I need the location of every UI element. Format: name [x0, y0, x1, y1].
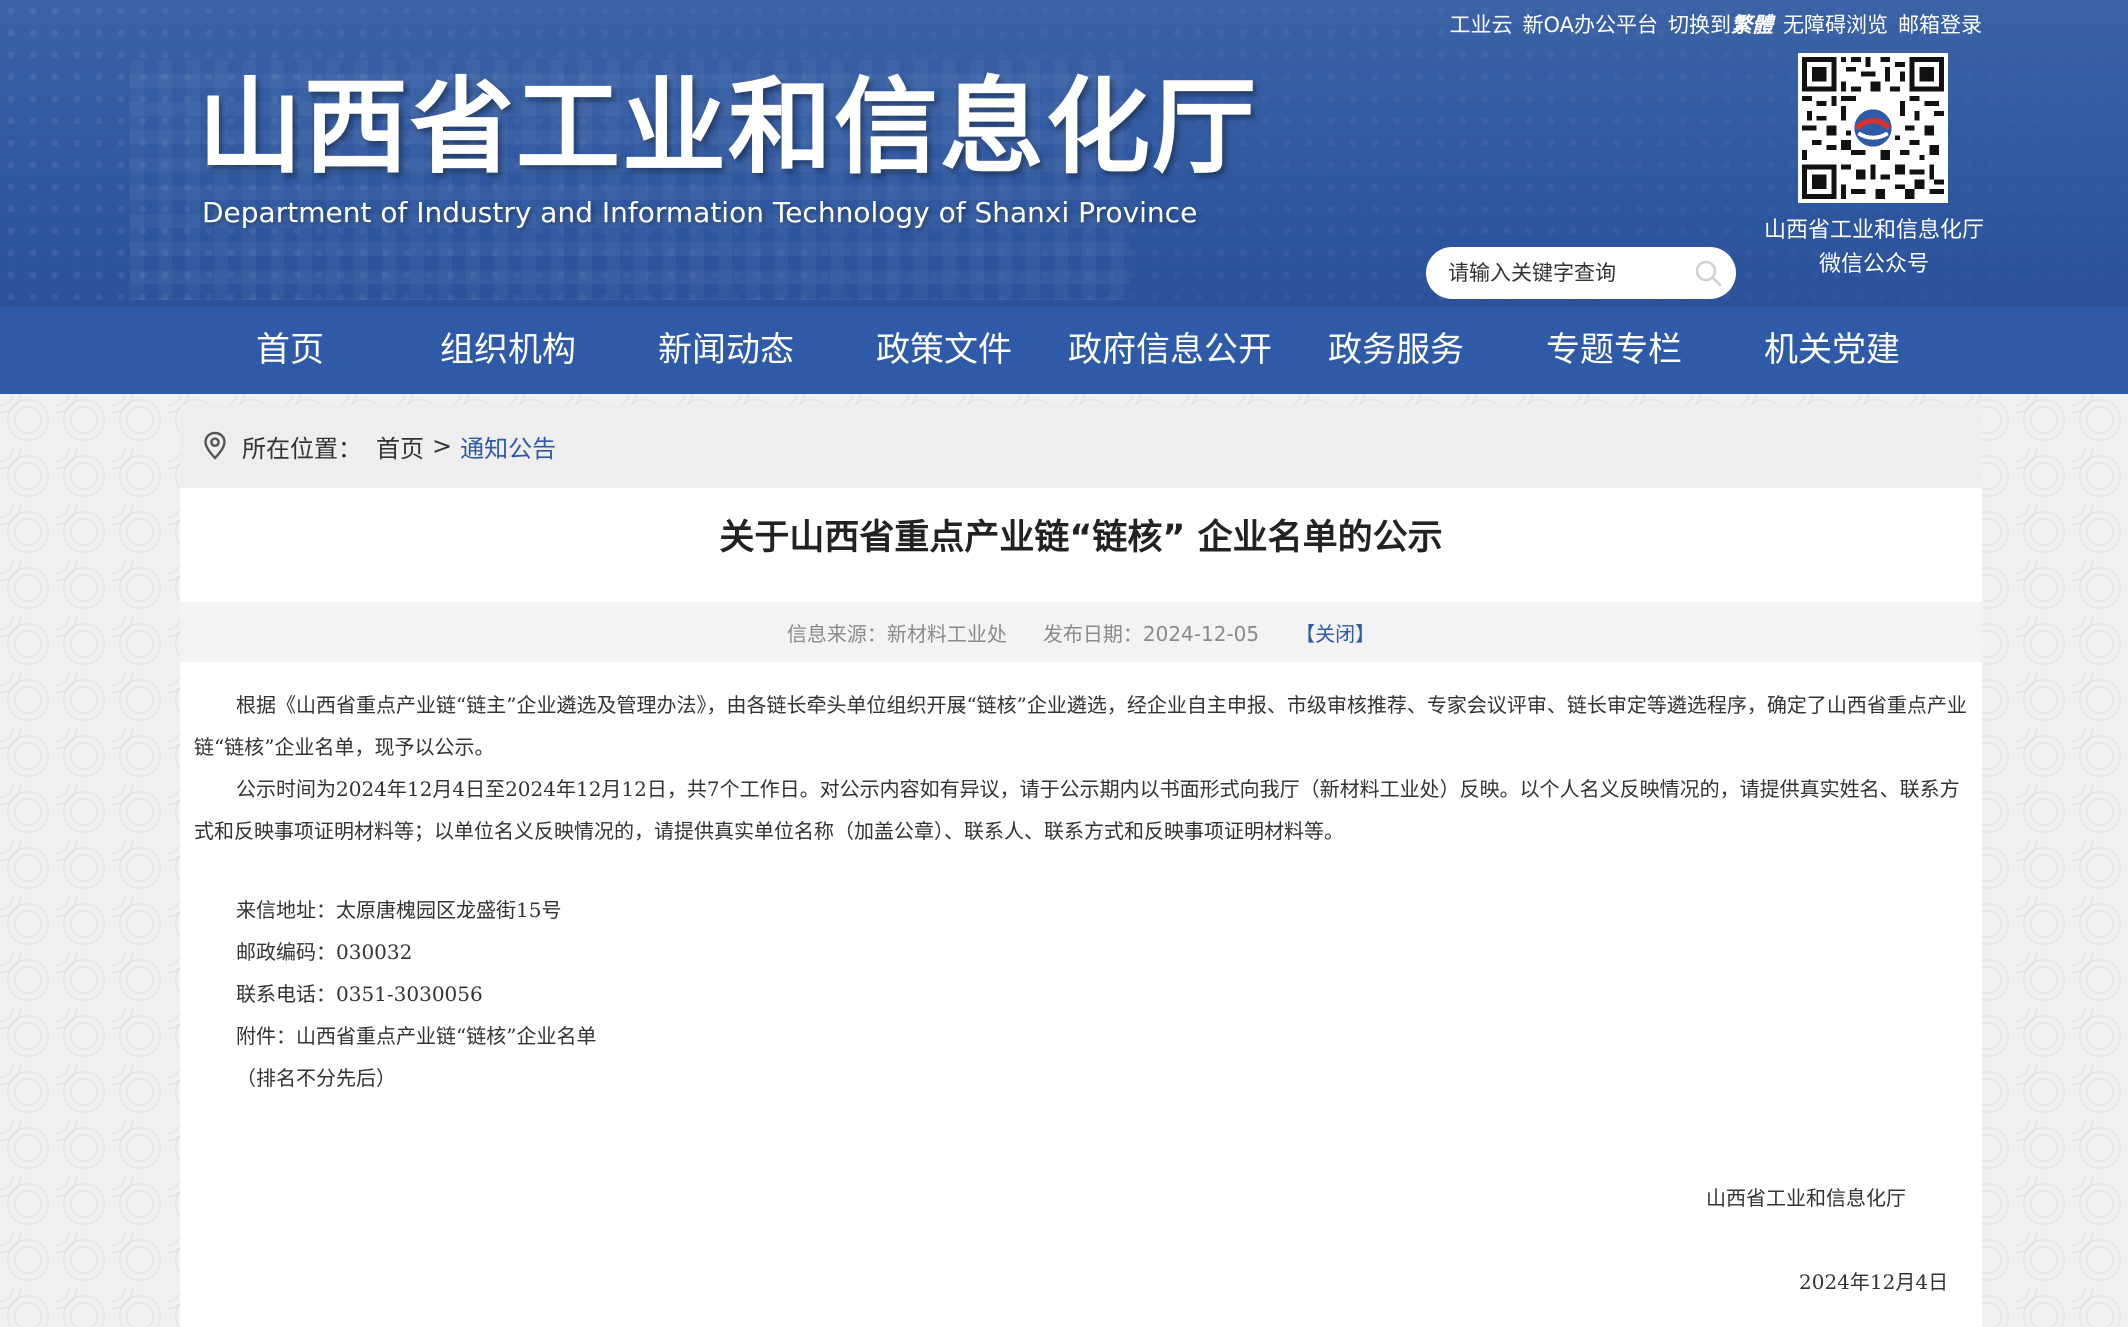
article-paragraph: 根据《山西省重点产业链“链主”企业遴选及管理办法》，由各链长牵头单位组织开展“链… — [194, 693, 1967, 759]
site-subtitle: Department of Industry and Information T… — [202, 196, 1198, 229]
search-icon[interactable] — [1694, 259, 1722, 287]
search-box — [1426, 247, 1736, 299]
breadcrumb-home-link[interactable]: 首页 — [376, 429, 424, 464]
breadcrumb: 所在位置： 首页 > 通知公告 — [180, 404, 1982, 488]
search-input[interactable] — [1446, 260, 1690, 286]
wechat-qr-code — [1798, 53, 1948, 203]
contact-block: 来信地址：太原唐槐园区龙盛街15号 邮政编码：030032 联系电话：0351-… — [236, 889, 596, 1099]
top-link-traditional-chinese[interactable]: 繁體 — [1731, 10, 1773, 40]
article-meta: 信息来源：新材料工业处 发布日期：2024-12-05 【关闭】 — [180, 602, 1982, 662]
qr-caption-line2: 微信公众号 — [1818, 252, 1929, 277]
signature: 山西省工业和信息化厅 — [1706, 1186, 1906, 1210]
top-link-switch-label: 切换到 — [1668, 13, 1731, 37]
nav-item-party[interactable]: 机关党建 — [1764, 307, 1900, 394]
top-links-bar: 工业云 新OA办公平台 切换到 繁體 无障碍浏览 邮箱登录 — [1449, 10, 1982, 40]
nav-item-organization[interactable]: 组织机构 — [440, 307, 576, 394]
qr-code-graphic — [1802, 57, 1944, 199]
sign-date: 2024年12月4日 — [1799, 1270, 1949, 1294]
nav-item-home[interactable]: 首页 — [256, 307, 324, 394]
contact-phone: 联系电话：0351-3030056 — [236, 982, 483, 1006]
contact-postcode: 邮政编码：030032 — [236, 940, 413, 964]
article-source: 信息来源：新材料工业处 — [786, 621, 1007, 646]
article-paragraph: 公示时间为2024年12月4日至2024年12月12日，共7个工作日。对公示内容… — [194, 777, 1960, 843]
top-link-accessibility[interactable]: 无障碍浏览 — [1783, 10, 1888, 40]
attachment-link[interactable]: 附件：山西省重点产业链“链核”企业名单 — [236, 1015, 596, 1057]
article-container: 所在位置： 首页 > 通知公告 关于山西省重点产业链“链核” 企业名单的公示 信… — [180, 404, 1982, 1327]
top-link-industry-cloud[interactable]: 工业云 — [1449, 10, 1512, 40]
nav-item-services[interactable]: 政务服务 — [1328, 307, 1464, 394]
nav-item-news[interactable]: 新闻动态 — [658, 307, 794, 394]
contact-address: 来信地址：太原唐槐园区龙盛街15号 — [236, 898, 562, 922]
top-link-mail-login[interactable]: 邮箱登录 — [1898, 10, 1982, 40]
close-button[interactable]: 【关闭】 — [1295, 618, 1375, 647]
site-header: 工业云 新OA办公平台 切换到 繁體 无障碍浏览 邮箱登录 山西省工业和信息化厅… — [0, 0, 2128, 307]
nav-item-policy[interactable]: 政策文件 — [876, 307, 1012, 394]
article-date: 发布日期：2024-12-05 — [1042, 621, 1260, 646]
site-title: 山西省工业和信息化厅 — [198, 66, 1259, 188]
nav-item-topics[interactable]: 专题专栏 — [1546, 307, 1682, 394]
location-pin-icon — [204, 431, 226, 460]
breadcrumb-label: 所在位置： — [242, 434, 362, 463]
nav-item-gov-info[interactable]: 政府信息公开 — [1068, 307, 1272, 394]
top-link-oa-platform[interactable]: 新OA办公平台 — [1522, 10, 1658, 40]
qr-caption-line1: 山西省工业和信息化厅 — [1763, 218, 1984, 243]
breadcrumb-current-link[interactable]: 通知公告 — [460, 429, 556, 464]
article-body: 根据《山西省重点产业链“链主”企业遴选及管理办法》，由各链长牵头单位组织开展“链… — [194, 684, 1970, 852]
breadcrumb-separator: > — [432, 432, 453, 460]
ranking-note: （排名不分先后） — [236, 1066, 396, 1090]
main-nav: 首页 组织机构 新闻动态 政策文件 政府信息公开 政务服务 专题专栏 机关党建 — [0, 307, 2128, 394]
qr-caption: 山西省工业和信息化厅 微信公众号 — [1740, 214, 2008, 282]
article-title: 关于山西省重点产业链“链核” 企业名单的公示 — [719, 518, 1443, 558]
